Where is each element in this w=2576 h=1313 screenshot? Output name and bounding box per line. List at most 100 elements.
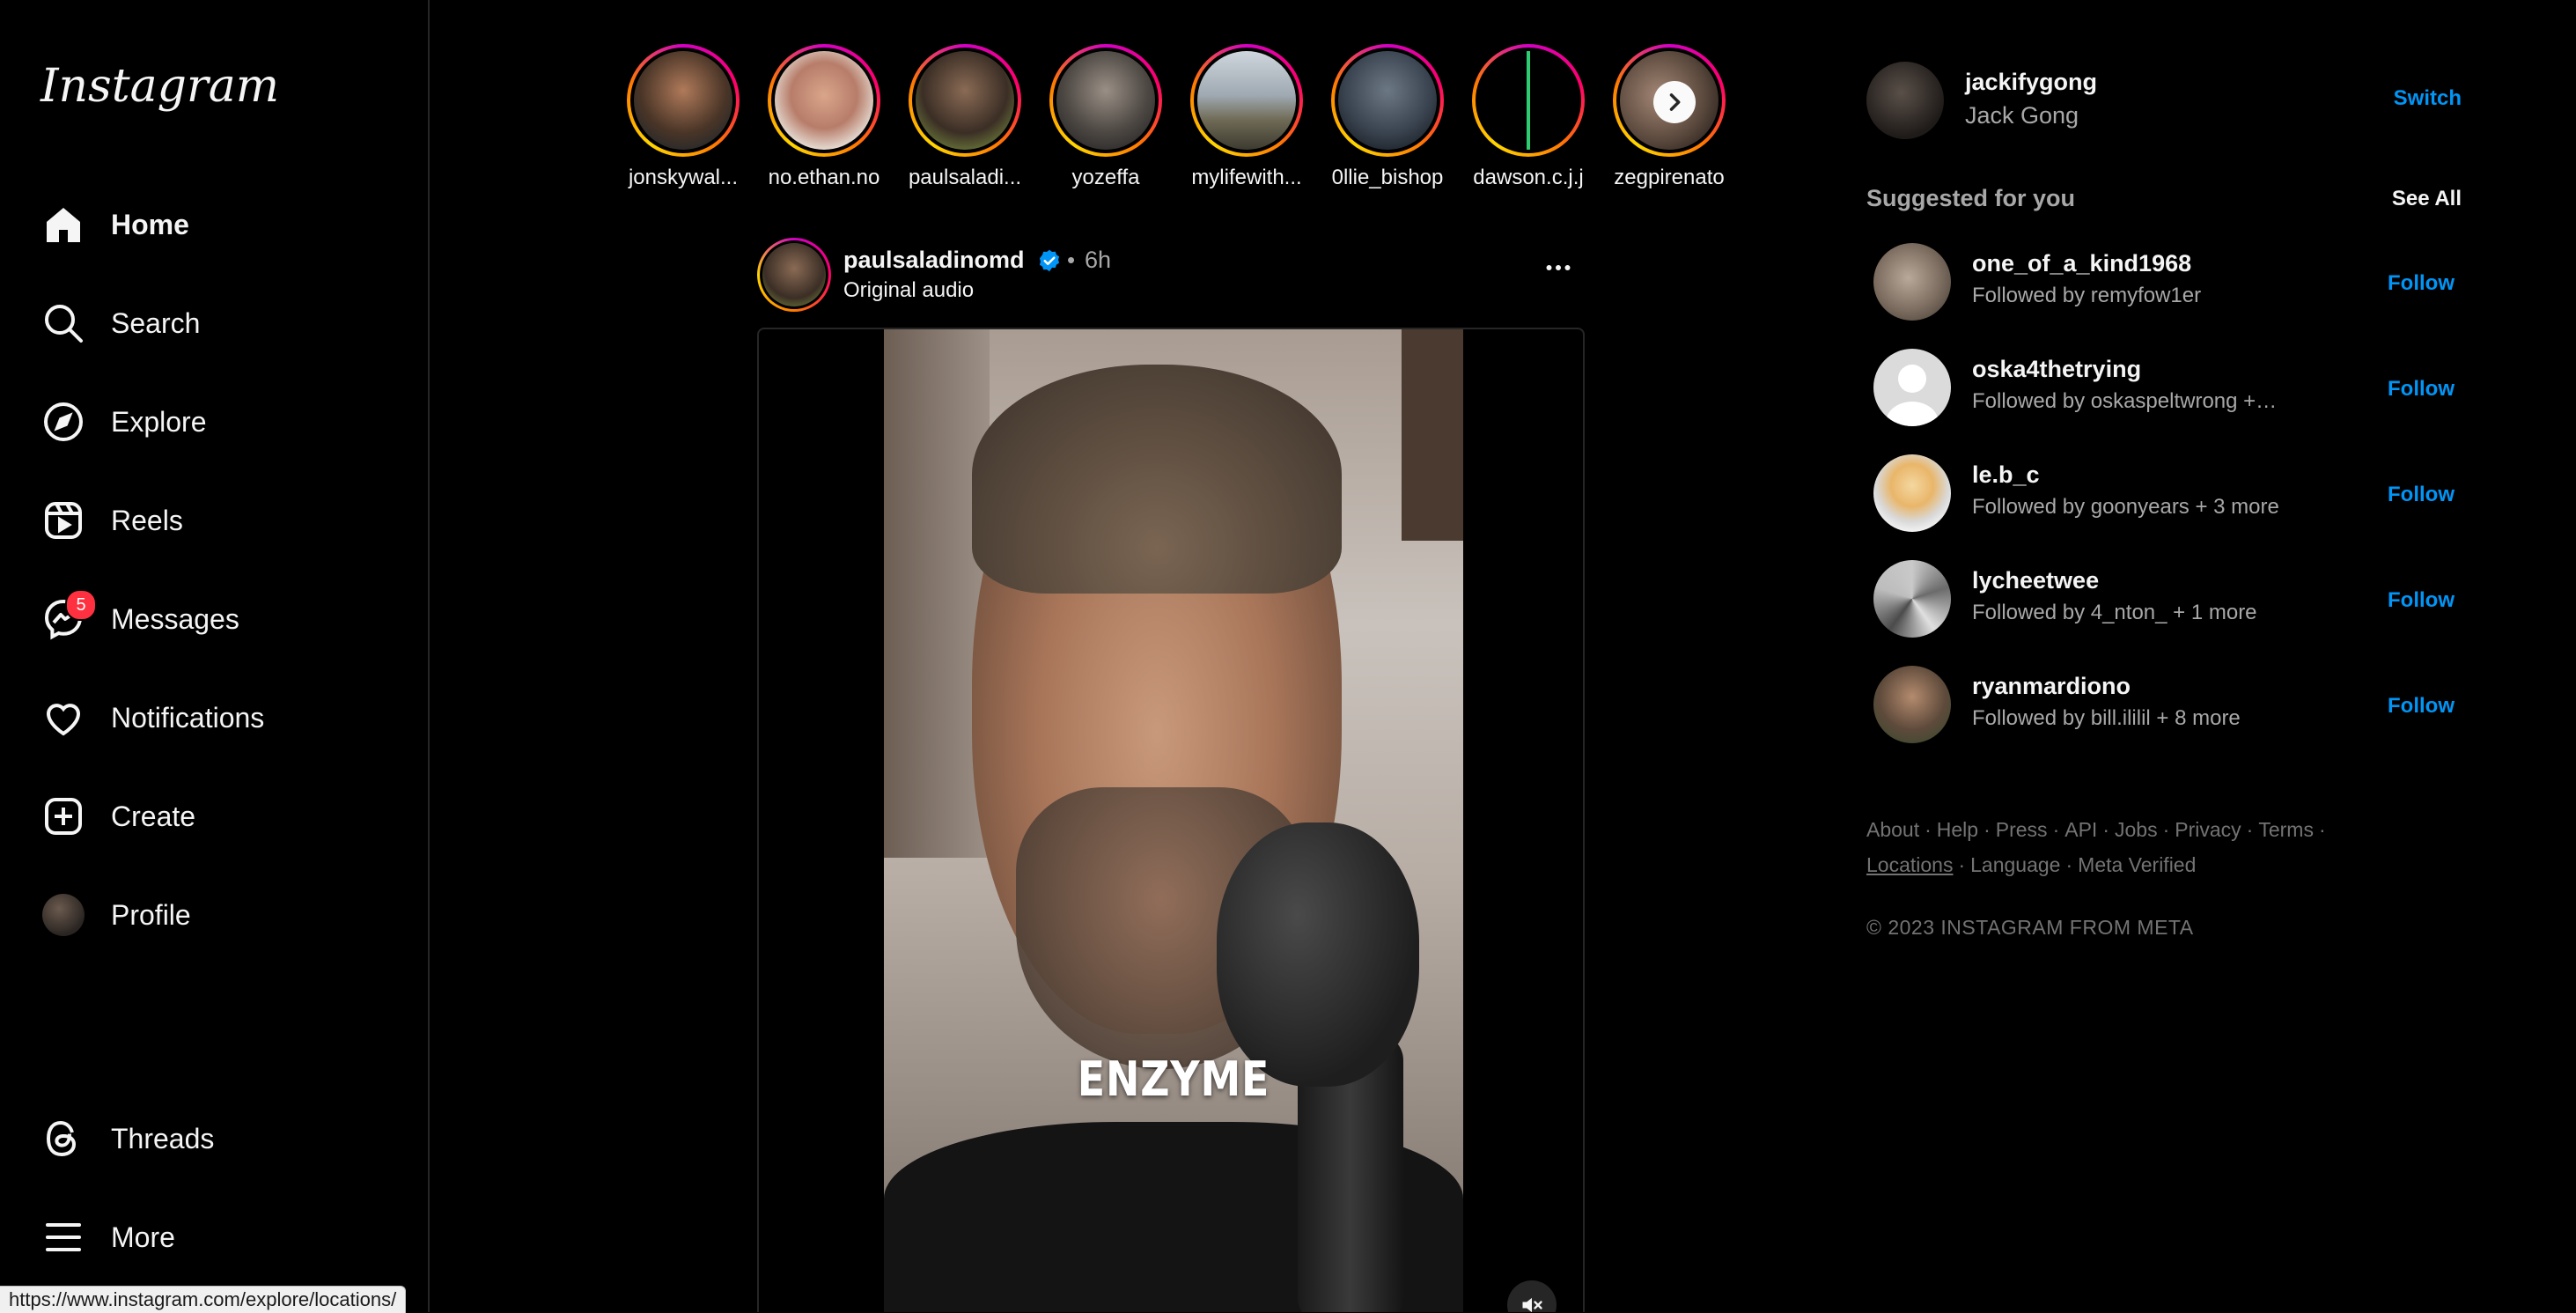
footer-link-language[interactable]: Language — [1970, 853, 2060, 876]
current-username[interactable]: jackifygong — [1965, 69, 2097, 96]
video-caption: ENZYME — [1077, 1051, 1270, 1107]
story-username: no.ethan.no — [768, 166, 880, 189]
sidebar-item-label: Explore — [111, 405, 207, 438]
sidebar-item-label: Profile — [111, 898, 191, 931]
avatar[interactable] — [1873, 454, 1951, 532]
sidebar-item-search[interactable]: Search — [39, 288, 408, 358]
sidebar-item-reels[interactable]: Reels — [39, 485, 408, 556]
stories-tray: jonskywal... no.ethan.no paulsaladi... y… — [613, 44, 1748, 194]
suggestion-username[interactable]: lycheetwee — [1972, 567, 2099, 594]
suggestion-subtitle: Followed by 4_nton_ + 1 more — [1972, 601, 2257, 624]
more-options-button[interactable] — [1532, 250, 1585, 285]
post-timestamp[interactable]: 6h — [1085, 247, 1111, 274]
sidebar-item-messages[interactable]: 5 Messages — [39, 584, 408, 654]
suggestion-row: oska4thetrying Followed by oskaspeltwron… — [1873, 345, 2483, 430]
footer-link-about[interactable]: About — [1866, 818, 1919, 841]
story-username: 0llie_bishop — [1331, 166, 1444, 189]
sidebar-item-profile[interactable]: Profile — [39, 880, 408, 950]
sidebar-item-explore[interactable]: Explore — [39, 387, 408, 457]
suggestion-username[interactable]: one_of_a_kind1968 — [1972, 250, 2191, 277]
post-author-username[interactable]: paulsaladinomd — [843, 247, 1025, 274]
status-bar-url: https://www.instagram.com/explore/locati… — [0, 1286, 407, 1313]
footer-link-jobs[interactable]: Jobs — [2115, 818, 2158, 841]
story-item[interactable]: mylifewith... — [1176, 44, 1317, 190]
sidebar-item-notifications[interactable]: Notifications — [39, 682, 408, 753]
instagram-logo[interactable]: Instagram — [40, 60, 279, 113]
ellipsis-icon — [1546, 265, 1571, 270]
messenger-icon: 5 — [39, 589, 97, 644]
post-author-avatar[interactable] — [757, 238, 831, 312]
story-item[interactable]: yozeffa — [1035, 44, 1176, 190]
sidebar-item-create[interactable]: Create — [39, 781, 408, 852]
sidebar-item-threads[interactable]: Threads — [39, 1103, 408, 1174]
story-item[interactable]: dawson.c.j.j — [1458, 44, 1599, 190]
reels-icon — [39, 496, 88, 545]
story-username: mylifewith... — [1191, 166, 1302, 189]
avatar — [1197, 51, 1296, 150]
post-header: paulsaladinomd • 6h Original audio — [757, 238, 1585, 317]
notification-badge: 5 — [65, 589, 97, 621]
story-ring — [627, 44, 740, 157]
sidebar-item-more[interactable]: More — [39, 1202, 408, 1272]
verified-badge-icon — [1039, 249, 1060, 272]
avatar[interactable] — [1873, 349, 1951, 426]
follow-button[interactable]: Follow — [2388, 377, 2455, 402]
footer-links: About · Help · Press · API · Jobs · Privacy · Terms ·… — [1866, 818, 2326, 876]
story-username: yozeffa — [1071, 166, 1140, 189]
mute-toggle-button[interactable] — [1507, 1280, 1557, 1312]
search-icon — [39, 299, 88, 348]
footer-link-help[interactable]: Help — [1937, 818, 1978, 841]
sidebar-item-label: Threads — [111, 1122, 215, 1154]
post-audio-link[interactable]: Original audio — [843, 278, 974, 303]
avatar — [634, 51, 732, 150]
threads-icon — [39, 1114, 88, 1163]
default-avatar-icon — [1886, 365, 1939, 426]
footer-link-terms[interactable]: Terms — [2258, 818, 2314, 841]
footer-link-api[interactable]: API — [2064, 818, 2097, 841]
post-media[interactable]: ENZYME — [757, 328, 1585, 1312]
footer-link-meta-verified[interactable]: Meta Verified — [2078, 853, 2196, 876]
see-all-button[interactable]: See All — [2392, 187, 2462, 211]
suggestion-username[interactable]: oska4thetrying — [1972, 356, 2141, 383]
sidebar-item-home[interactable]: Home — [39, 189, 408, 260]
follow-button[interactable]: Follow — [2388, 483, 2455, 507]
reel-video[interactable]: ENZYME — [884, 329, 1463, 1312]
stories-next-button[interactable] — [1653, 81, 1696, 123]
avatar[interactable] — [1873, 243, 1951, 321]
avatar — [775, 51, 873, 150]
avatar[interactable] — [1866, 62, 1944, 139]
sidebar-item-label: More — [111, 1221, 175, 1253]
heart-icon — [39, 693, 88, 742]
story-username: dawson.c.j.j — [1473, 166, 1584, 189]
story-ring — [768, 44, 880, 157]
suggestion-subtitle: Followed by goonyears + 3 more — [1972, 495, 2279, 519]
suggestion-username[interactable]: ryanmardiono — [1972, 673, 2131, 700]
current-fullname: Jack Gong — [1965, 102, 2079, 129]
avatar[interactable] — [1873, 666, 1951, 743]
story-ring — [1331, 44, 1444, 157]
suggestion-row: le.b_c Followed by goonyears + 3 more Fo… — [1873, 451, 2483, 535]
story-item[interactable]: paulsaladi... — [894, 44, 1035, 190]
follow-button[interactable]: Follow — [2388, 694, 2455, 719]
footer-link-press[interactable]: Press — [1996, 818, 2048, 841]
suggestion-username[interactable]: le.b_c — [1972, 461, 2040, 489]
microphone — [1217, 822, 1419, 1087]
follow-button[interactable]: Follow — [2388, 588, 2455, 613]
avatar[interactable] — [1873, 560, 1951, 638]
footer-link-locations[interactable]: Locations — [1866, 853, 1953, 876]
story-item[interactable]: jonskywal... — [613, 44, 754, 190]
suggestion-row: lycheetwee Followed by 4_nton_ + 1 more … — [1873, 557, 2483, 641]
suggestion-row: one_of_a_kind1968 Followed by remyfow1er… — [1873, 240, 2483, 324]
avatar — [916, 51, 1014, 150]
footer-link-privacy[interactable]: Privacy — [2175, 818, 2241, 841]
switch-account-button[interactable]: Switch — [2394, 86, 2462, 111]
story-item[interactable]: no.ethan.no — [754, 44, 894, 190]
sidebar-item-label: Home — [111, 208, 189, 240]
sidebar-item-label: Create — [111, 800, 196, 832]
follow-button[interactable]: Follow — [2388, 271, 2455, 296]
suggestion-subtitle: Followed by bill.ililil + 8 more — [1972, 706, 2241, 730]
sidebar-item-label: Reels — [111, 504, 183, 536]
story-item[interactable]: 0llie_bishop — [1317, 44, 1458, 190]
avatar — [42, 894, 85, 936]
copyright: © 2023 INSTAGRAM FROM META — [1866, 916, 2194, 939]
